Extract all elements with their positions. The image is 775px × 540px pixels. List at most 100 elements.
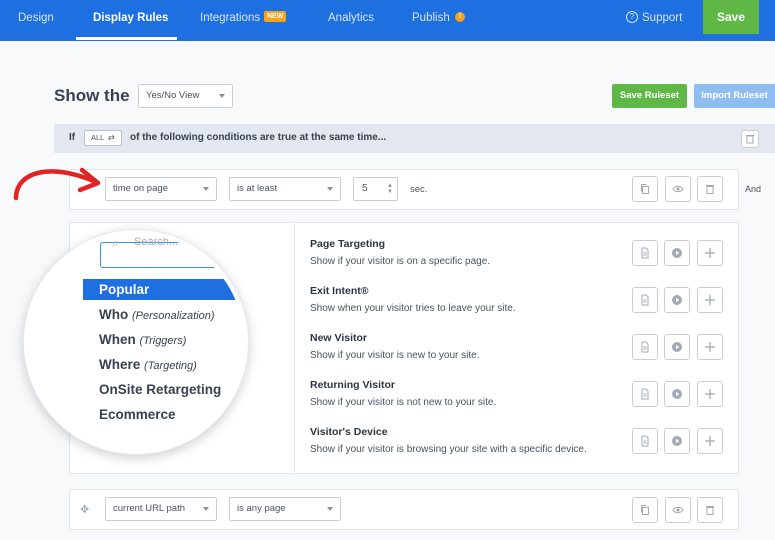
option-docs-button[interactable] (632, 240, 658, 266)
copy-icon (641, 184, 649, 194)
option-add-button[interactable] (697, 381, 723, 407)
plus-icon (705, 295, 715, 305)
category-sub: (Targeting) (144, 360, 197, 372)
option-desc: Show if your visitor is on a specific pa… (310, 256, 491, 267)
option-desc: Show if your visitor is not new to your … (310, 397, 497, 408)
support-link[interactable]: Support (642, 0, 682, 41)
category-popular[interactable]: Popular (83, 279, 244, 300)
option-docs-button[interactable] (632, 381, 658, 407)
eye-icon (672, 185, 684, 193)
rule-operator-select[interactable]: is at least (229, 177, 341, 201)
category-where[interactable]: Where (Targeting) (83, 354, 244, 375)
option-docs-button[interactable] (632, 334, 658, 360)
option-add-button[interactable] (697, 287, 723, 313)
plus-icon (705, 342, 715, 352)
rule-field-value: current URL path (113, 503, 185, 514)
option-docs-button[interactable] (632, 287, 658, 313)
option-desc: Show if your visitor is browsing your si… (310, 444, 587, 455)
preview-rule-button[interactable] (665, 497, 691, 523)
category-when[interactable]: When (Triggers) (83, 329, 244, 350)
and-label: And (745, 184, 762, 194)
category-label: Popular (99, 282, 150, 297)
document-icon (641, 247, 649, 259)
option-video-button[interactable] (664, 381, 690, 407)
rule-operator-value: is at least (237, 183, 278, 194)
category-who[interactable]: Who (Personalization) (83, 304, 244, 325)
document-icon (641, 388, 649, 400)
drag-handle-icon[interactable]: ✥ (80, 503, 89, 516)
chevron-down-icon (203, 507, 209, 511)
chevron-down-icon (327, 187, 333, 191)
magnified-category-list: ⌕ Search... Popular Who (Personalization… (28, 234, 244, 450)
tab-analytics[interactable]: Analytics (328, 0, 374, 41)
option-desc: Show if your visitor is new to your site… (310, 350, 480, 361)
category-label: Ecommerce (99, 407, 176, 422)
rule-value: 5 (362, 183, 368, 194)
tab-publish[interactable]: Publish (412, 0, 450, 41)
category-label: Who (99, 307, 129, 322)
category-label: OnSite Retargeting (99, 382, 222, 397)
rule-operator-select[interactable]: is any page (229, 497, 341, 521)
save-ruleset-button[interactable]: Save Ruleset (612, 84, 687, 108)
delete-rule-button[interactable] (697, 497, 723, 523)
rule-field-value: time on page (113, 183, 168, 194)
search-icon: ⌕ (112, 236, 119, 250)
duplicate-rule-button[interactable] (632, 176, 658, 202)
play-icon (672, 389, 682, 399)
rule-unit: sec. (410, 184, 428, 195)
play-icon (672, 248, 682, 258)
duplicate-rule-button[interactable] (632, 497, 658, 523)
show-the-label: Show the (54, 86, 130, 105)
plus-icon (705, 248, 715, 258)
tab-integrations[interactable]: Integrations (200, 0, 260, 41)
chevron-down-icon (327, 507, 333, 511)
magnifier-callout: ⌕ Search... Popular Who (Personalization… (24, 230, 248, 454)
eye-icon (672, 506, 684, 514)
trash-icon (706, 185, 714, 194)
option-video-button[interactable] (664, 428, 690, 454)
chevron-down-icon (219, 94, 225, 98)
preview-rule-button[interactable] (665, 176, 691, 202)
delete-rule-button[interactable] (697, 176, 723, 202)
rule-field-select[interactable]: current URL path (105, 497, 217, 521)
plus-icon (705, 389, 715, 399)
view-select-value: Yes/No View (146, 90, 200, 101)
swap-icon: ⇄ (108, 133, 115, 142)
match-toggle[interactable]: ALL ⇄ (84, 130, 122, 146)
publish-alert-badge: ! (455, 12, 465, 22)
save-button[interactable]: Save (703, 0, 759, 34)
play-icon (672, 295, 682, 305)
option-video-button[interactable] (664, 287, 690, 313)
rule-field-select[interactable]: time on page (105, 177, 217, 201)
tab-design[interactable]: Design (18, 0, 54, 41)
tab-display-rules[interactable]: Display Rules (93, 0, 168, 41)
view-select[interactable]: Yes/No View (138, 84, 233, 108)
if-label: If (69, 132, 76, 143)
category-ecommerce[interactable]: Ecommerce (83, 404, 244, 425)
document-icon (641, 435, 649, 447)
panel-divider (294, 223, 295, 473)
stepper-arrows-icon[interactable]: ▲ ▼ (387, 183, 393, 195)
delete-group-button[interactable] (741, 130, 759, 148)
top-nav: Design Display Rules Integrations NEW An… (0, 0, 775, 41)
option-video-button[interactable] (664, 240, 690, 266)
document-icon (641, 341, 649, 353)
option-docs-button[interactable] (632, 428, 658, 454)
option-title[interactable]: Exit Intent® (310, 285, 369, 297)
rule-value-stepper[interactable]: 5 ▲ ▼ (353, 177, 398, 201)
play-icon (672, 342, 682, 352)
option-add-button[interactable] (697, 240, 723, 266)
option-add-button[interactable] (697, 334, 723, 360)
plus-icon (705, 436, 715, 446)
option-video-button[interactable] (664, 334, 690, 360)
option-title[interactable]: Returning Visitor (310, 379, 395, 391)
category-label: Where (99, 357, 141, 372)
conditions-text: of the following conditions are true at … (130, 132, 387, 143)
option-title[interactable]: Page Targeting (310, 238, 385, 250)
option-title[interactable]: Visitor's Device (310, 426, 388, 438)
option-title[interactable]: New Visitor (310, 332, 367, 344)
option-add-button[interactable] (697, 428, 723, 454)
import-ruleset-button[interactable]: Import Ruleset (694, 84, 775, 108)
help-icon: ? (626, 11, 638, 23)
category-onsite-retargeting[interactable]: OnSite Retargeting (83, 379, 244, 400)
